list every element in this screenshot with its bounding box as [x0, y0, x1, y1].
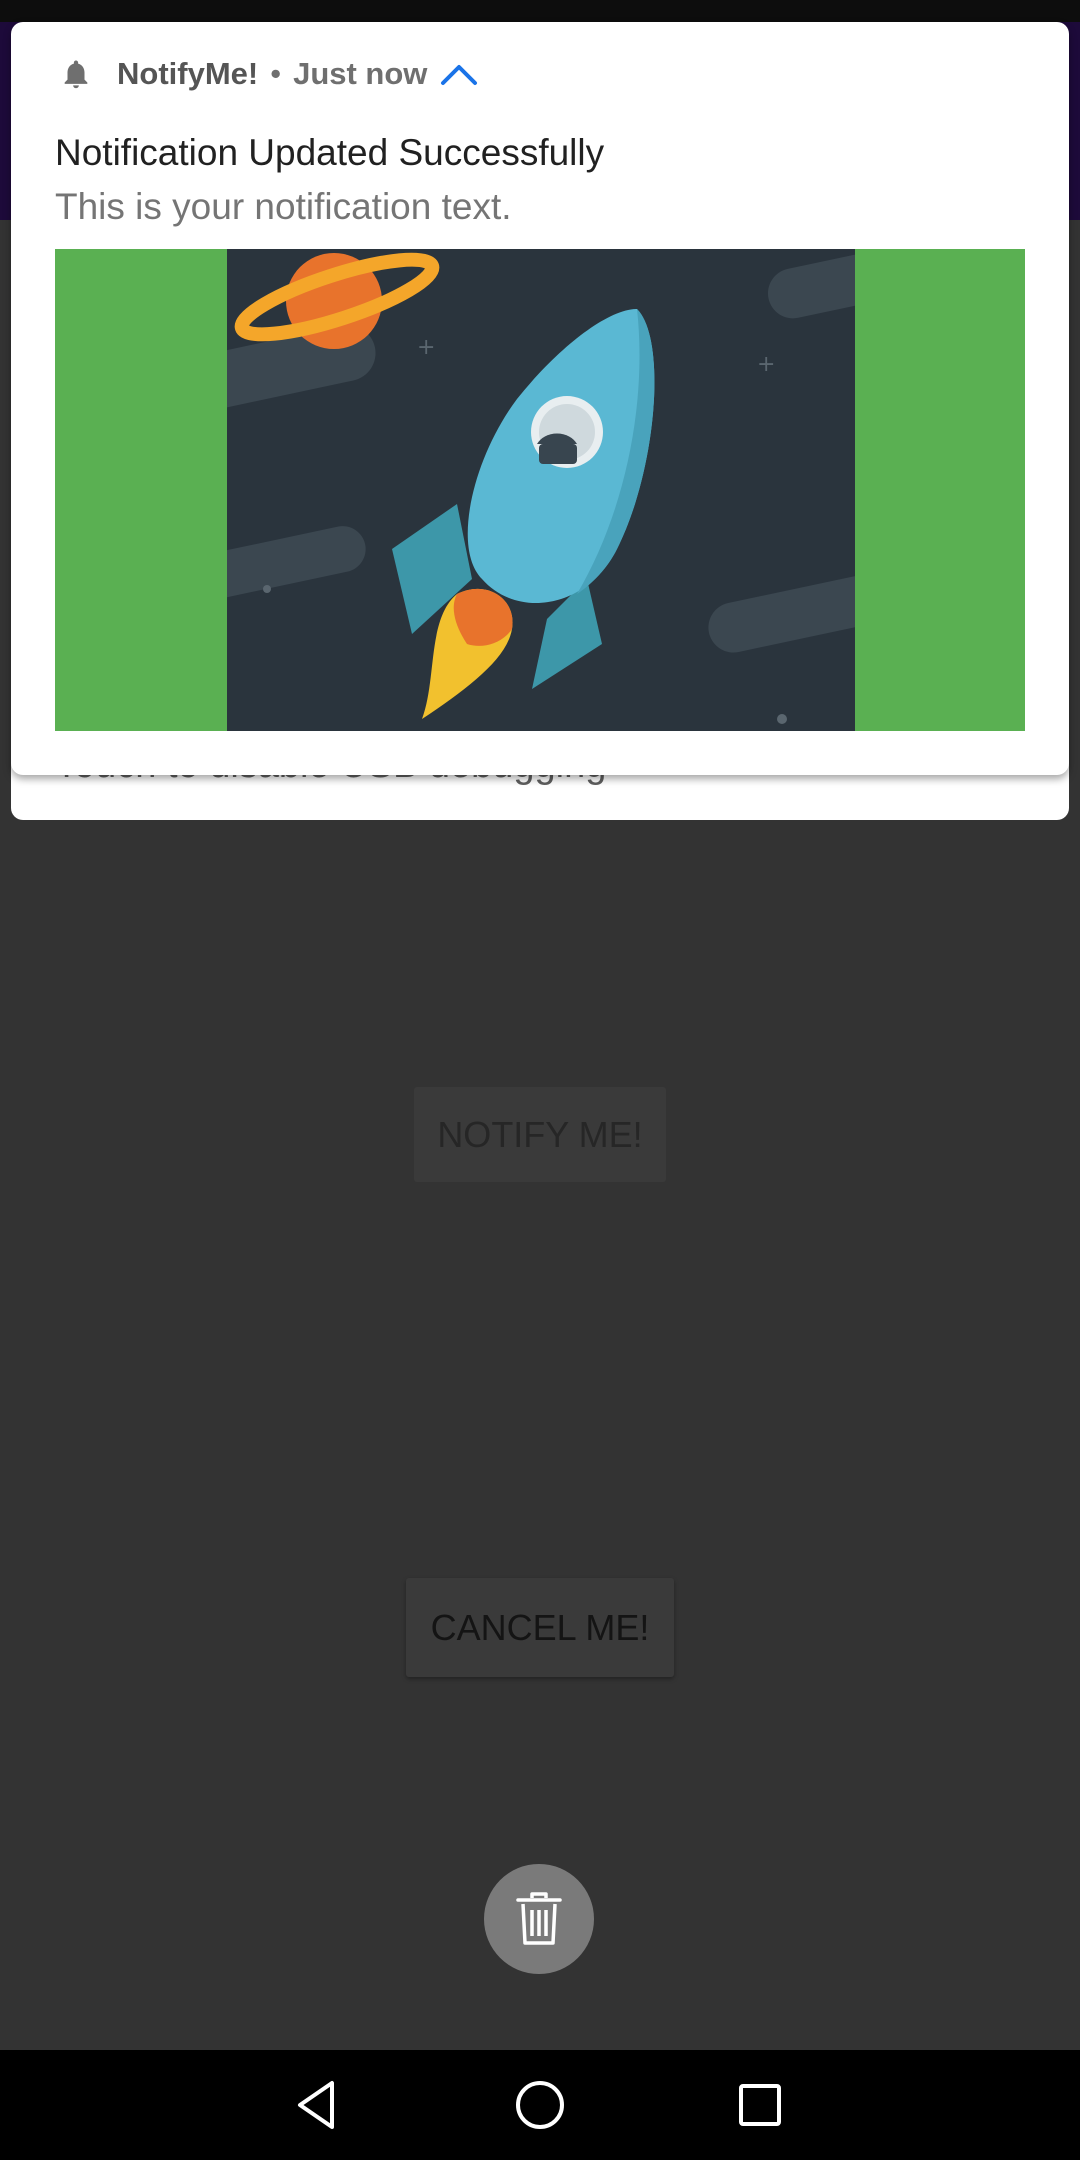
back-triangle-icon [298, 2081, 334, 2129]
notification-header: NotifyMe! • Just now [59, 52, 479, 96]
chevron-up-icon[interactable] [439, 61, 479, 87]
notify-me-button[interactable]: NOTIFY ME! [414, 1087, 666, 1182]
recents-button[interactable] [723, 2068, 797, 2142]
bell-icon [64, 60, 88, 89]
svg-text:+: + [417, 335, 435, 360]
svg-text:+: + [757, 352, 775, 377]
notification-text: This is your notification text. [55, 186, 512, 227]
notification-time: Just now [293, 56, 428, 91]
header-separator: • [270, 56, 282, 91]
notification-card[interactable]: NotifyMe! • Just now Notification Update… [11, 22, 1069, 775]
status-bar [0, 0, 1080, 22]
rocket-illustration: + + [227, 249, 855, 731]
notification-title: Notification Updated Successfully [55, 132, 605, 173]
back-button[interactable] [283, 2068, 357, 2142]
cancel-me-button[interactable]: CANCEL ME! [406, 1578, 674, 1677]
home-circle-icon [516, 2081, 564, 2129]
navigation-bar [0, 2050, 1080, 2160]
recents-square-icon [739, 2084, 781, 2126]
trash-button[interactable] [484, 1864, 594, 1974]
trash-icon [516, 1892, 562, 1945]
notification-big-picture: + + [55, 249, 1025, 731]
home-button[interactable] [503, 2068, 577, 2142]
notification-app-name: NotifyMe! [117, 56, 259, 91]
